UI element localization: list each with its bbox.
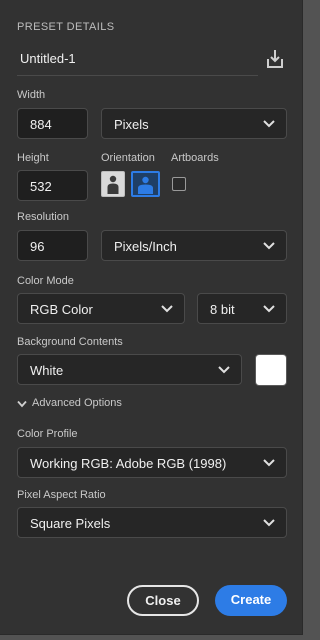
- artboards-checkbox[interactable]: [172, 177, 186, 191]
- resolution-input[interactable]: 96: [17, 230, 88, 261]
- width-label: Width: [17, 89, 46, 101]
- width-value: 884: [30, 117, 52, 132]
- pixel-aspect-ratio-label: Pixel Aspect Ratio: [17, 489, 106, 501]
- preset-details-panel: PRESET DETAILS Untitled-1 Width 884 Pixe…: [0, 0, 303, 635]
- bit-depth-value: 8 bit: [210, 302, 235, 317]
- width-unit-value: Pixels: [114, 117, 149, 132]
- color-mode-label: Color Mode: [17, 275, 74, 287]
- chevron-down-icon: [263, 242, 275, 250]
- chevron-down-icon: [263, 519, 275, 527]
- background-contents-label: Background Contents: [17, 336, 123, 348]
- landscape-person-icon: [138, 176, 153, 194]
- background-contents-select[interactable]: White: [17, 354, 242, 385]
- resolution-value: 96: [30, 239, 45, 254]
- width-unit-select[interactable]: Pixels: [101, 108, 287, 139]
- pixel-aspect-ratio-select[interactable]: Square Pixels: [17, 507, 287, 538]
- color-profile-select[interactable]: Working RGB: Adobe RGB (1998): [17, 447, 287, 478]
- portrait-orientation-button[interactable]: [101, 171, 125, 197]
- bit-depth-select[interactable]: 8 bit: [197, 293, 287, 324]
- background-contents-value: White: [30, 363, 64, 378]
- color-profile-value: Working RGB: Adobe RGB (1998): [30, 456, 227, 471]
- chevron-down-icon[interactable]: [17, 400, 27, 408]
- orientation-label: Orientation: [101, 152, 155, 164]
- height-value: 532: [30, 179, 52, 194]
- advanced-options-toggle[interactable]: Advanced Options: [32, 397, 122, 409]
- height-input[interactable]: 532: [17, 170, 88, 201]
- document-name-text: Untitled-1: [20, 51, 76, 66]
- create-button[interactable]: Create: [215, 585, 287, 616]
- chevron-down-icon: [263, 305, 275, 313]
- portrait-person-icon: [107, 175, 119, 194]
- chevron-down-icon: [263, 459, 275, 467]
- chevron-down-icon: [263, 120, 275, 128]
- color-mode-select[interactable]: RGB Color: [17, 293, 185, 324]
- resolution-unit-value: Pixels/Inch: [114, 239, 177, 254]
- landscape-orientation-button[interactable]: [131, 171, 160, 197]
- resolution-label: Resolution: [17, 211, 69, 223]
- background-color-swatch[interactable]: [255, 354, 287, 386]
- color-profile-label: Color Profile: [17, 428, 78, 440]
- close-button[interactable]: Close: [127, 585, 199, 616]
- panel-heading: PRESET DETAILS: [17, 21, 115, 33]
- resolution-unit-select[interactable]: Pixels/Inch: [101, 230, 287, 261]
- artboards-label: Artboards: [171, 152, 219, 164]
- height-label: Height: [17, 152, 49, 164]
- pixel-aspect-ratio-value: Square Pixels: [30, 516, 111, 531]
- chevron-down-icon: [161, 305, 173, 313]
- save-preset-icon[interactable]: [263, 47, 287, 71]
- document-name-field[interactable]: Untitled-1: [17, 48, 258, 76]
- color-mode-value: RGB Color: [30, 302, 93, 317]
- width-input[interactable]: 884: [17, 108, 88, 139]
- chevron-down-icon: [218, 366, 230, 374]
